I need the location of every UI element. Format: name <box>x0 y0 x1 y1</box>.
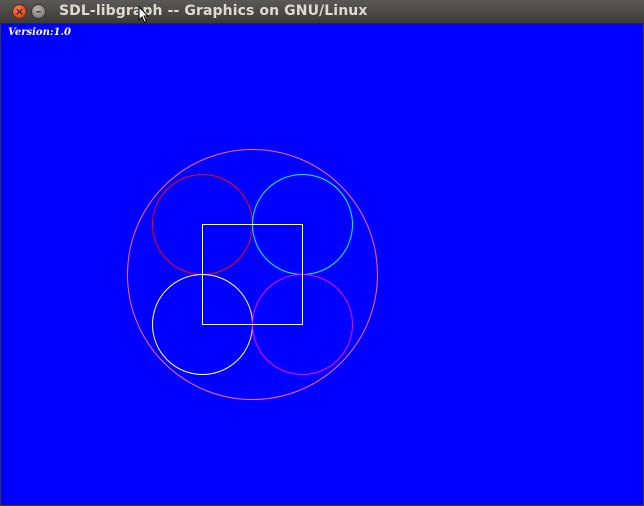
app-window: × – SDL-libgraph -- Graphics on GNU/Linu… <box>0 0 644 506</box>
window-frame-left <box>0 24 1 506</box>
center-square <box>202 224 303 325</box>
outer-circle <box>127 149 378 400</box>
graphics-canvas <box>127 149 378 400</box>
